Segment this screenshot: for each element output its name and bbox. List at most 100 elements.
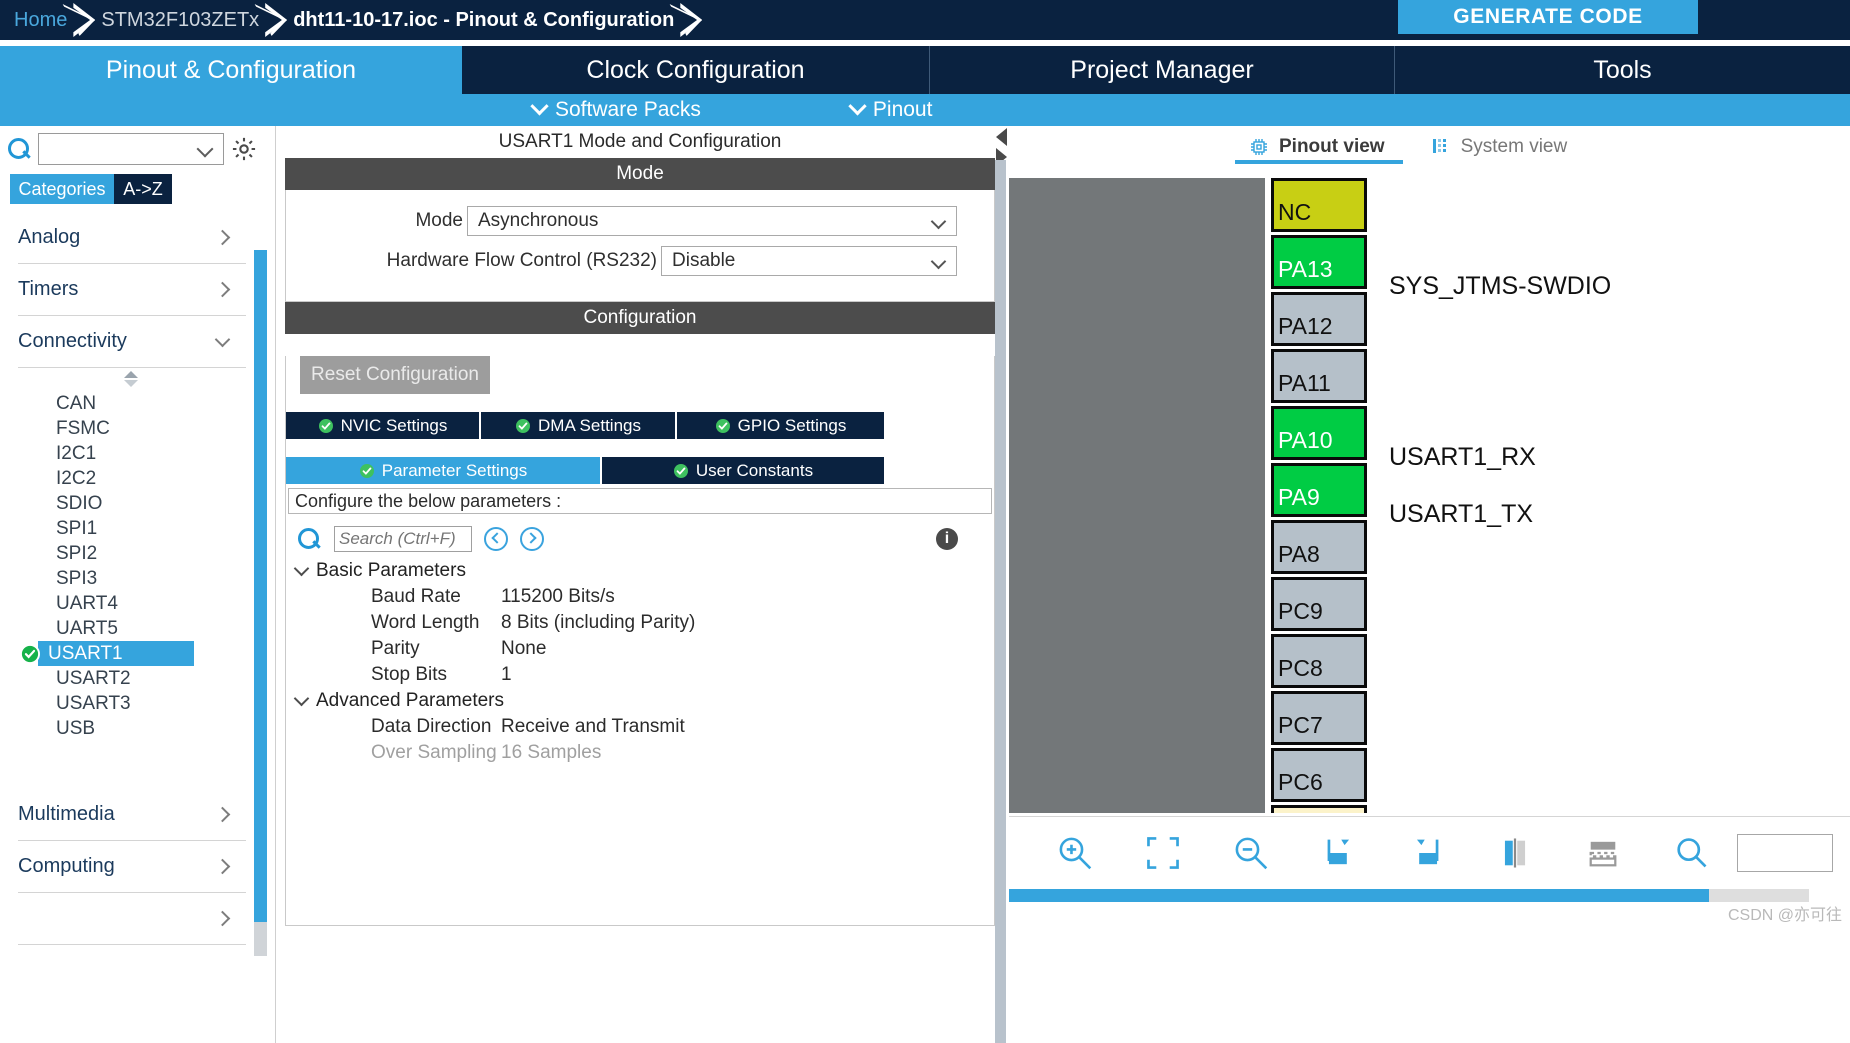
mode-field-row: Mode Asynchronous [286,206,994,236]
rotate-right-icon[interactable] [1295,820,1383,886]
peripheral-usb[interactable]: USB [0,716,262,741]
list-scroll-spinner[interactable] [0,368,262,389]
tab-pinout-view[interactable]: Pinout view [1235,126,1403,168]
peripheral-uart4[interactable]: UART4 [0,591,262,616]
peripheral-label: USART1 [48,642,123,664]
pin-pc7[interactable]: PC7 [1271,691,1367,745]
flip-horizontal-icon[interactable] [1471,820,1559,886]
pin-pc8[interactable]: PC8 [1271,634,1367,688]
pin-nc[interactable]: NC [1271,178,1367,232]
group-advanced-parameters[interactable]: Advanced Parameters [286,688,994,714]
pin-vdd[interactable]: VDD [1271,805,1367,813]
peripheral-uart5[interactable]: UART5 [0,616,262,641]
tab-user-constants[interactable]: User Constants [602,457,884,484]
pin-pc6[interactable]: PC6 [1271,748,1367,802]
peripheral-label: USART2 [56,667,131,689]
param-stop-bits[interactable]: Stop Bits 1 [286,662,994,688]
peripheral-can[interactable]: CAN [0,391,262,416]
flow-control-label: Hardware Flow Control (RS232) [386,250,657,271]
panel-splitter[interactable] [995,126,1009,1043]
pinout-menu[interactable]: Pinout [848,96,932,122]
parameter-search-row: i [286,514,994,558]
info-icon[interactable]: i [936,528,958,550]
peripheral-i2c1[interactable]: I2C1 [0,441,262,466]
pinout-hscrollbar-thumb[interactable] [1009,889,1709,902]
peripheral-usart2[interactable]: USART2 [0,666,262,691]
param-parity[interactable]: Parity None [286,636,994,662]
pin-search-icon[interactable] [1647,820,1735,886]
param-baud-rate[interactable]: Baud Rate 115200 Bits/s [286,584,994,610]
tab-parameter-settings[interactable]: Parameter Settings [286,457,602,484]
fit-to-screen-icon[interactable] [1119,820,1207,886]
group-label: Advanced Parameters [316,690,504,711]
zoom-out-icon[interactable] [1207,820,1295,886]
pin-pa10[interactable]: PA10 [1271,406,1367,460]
reset-configuration-button[interactable]: Reset Configuration [300,356,490,394]
pin-pc9[interactable]: PC9 [1271,577,1367,631]
category-multimedia[interactable]: Multimedia [18,789,246,841]
category-computing[interactable]: Computing [18,841,246,893]
sidebar-scrollbar-thumb[interactable] [254,250,267,922]
pin-pa11[interactable]: PA11 [1271,349,1367,403]
chevron-down-icon [214,331,231,347]
peripheral-label: UART4 [56,592,118,614]
peripheral-i2c2[interactable]: I2C2 [0,466,262,491]
peripheral-label: SDIO [56,492,103,514]
peripheral-usart3[interactable]: USART3 [0,691,262,716]
sidebar-tab-group: Categories A->Z [10,174,275,204]
rotate-left-icon[interactable] [1383,820,1471,886]
pin-pa12[interactable]: PA12 [1271,292,1367,346]
tab-nvic-settings[interactable]: NVIC Settings [286,412,481,439]
breadcrumb-device[interactable]: STM32F103ZETx [101,0,259,40]
gear-icon[interactable] [230,135,258,163]
peripheral-fsmc[interactable]: FSMC [0,416,262,441]
pin-pa8[interactable]: PA8 [1271,520,1367,574]
peripheral-spi3[interactable]: SPI3 [0,566,262,591]
zoom-in-icon[interactable] [1031,820,1119,886]
flow-control-select[interactable]: Disable [661,246,957,276]
peripheral-spi1[interactable]: SPI1 [0,516,262,541]
pin-search-input[interactable] [1737,834,1833,872]
pin-pa13[interactable]: PA13 [1271,235,1367,289]
software-packs-menu[interactable]: Software Packs [530,96,701,122]
category-partial[interactable] [18,893,246,945]
tab-system-view[interactable]: System view [1431,126,1567,168]
configure-note: Configure the below parameters : [288,488,992,514]
sidebar-tab-categories[interactable]: Categories [10,174,114,204]
mode-value: Asynchronous [478,210,599,231]
chip-diagram[interactable]: NC PA13 PA12 PA11 PA10 PA9 PA8 PC9 PC8 P… [1009,168,1850,813]
category-timers[interactable]: Timers [18,264,246,316]
peripheral-sdio[interactable]: SDIO [0,491,262,516]
tab-tools[interactable]: Tools [1395,46,1850,94]
peripheral-list: CAN FSMC I2C1 I2C2 SDIO SPI1 SPI2 SPI3 U… [0,391,262,741]
chevron-right-icon [214,910,231,927]
search-previous-button[interactable] [484,527,508,551]
chevron-right-icon [214,229,231,246]
pin-pa9[interactable]: PA9 [1271,463,1367,517]
tab-clock-configuration[interactable]: Clock Configuration [462,46,930,94]
peripheral-label: UART5 [56,617,118,639]
param-word-length[interactable]: Word Length 8 Bits (including Parity) [286,610,994,636]
tab-gpio-settings[interactable]: GPIO Settings [677,412,884,439]
param-name: Data Direction [371,716,492,737]
param-data-direction[interactable]: Data Direction Receive and Transmit [286,714,994,740]
parameter-search-input[interactable] [334,526,472,552]
peripheral-search-combo[interactable] [38,133,224,165]
sidebar-tab-az[interactable]: A->Z [114,174,172,204]
tab-pinout-configuration[interactable]: Pinout & Configuration [0,46,462,94]
category-label: Multimedia [18,803,115,825]
search-next-button[interactable] [520,527,544,551]
peripheral-spi2[interactable]: SPI2 [0,541,262,566]
mode-select[interactable]: Asynchronous [467,206,957,236]
group-basic-parameters[interactable]: Basic Parameters [286,558,994,584]
peripheral-usart1[interactable]: USART1 [20,641,194,666]
configuration-panel: USART1 Mode and Configuration Mode Mode … [285,126,1007,1043]
category-analog[interactable]: Analog [18,212,246,264]
flip-vertical-icon[interactable] [1559,820,1647,886]
generate-code-button[interactable]: GENERATE CODE [1398,0,1698,34]
category-connectivity[interactable]: Connectivity [18,316,246,368]
tab-project-manager[interactable]: Project Manager [930,46,1395,94]
breadcrumb-home[interactable]: Home [0,0,67,40]
tab-dma-settings[interactable]: DMA Settings [481,412,677,439]
param-value: 115200 Bits/s [501,586,615,607]
